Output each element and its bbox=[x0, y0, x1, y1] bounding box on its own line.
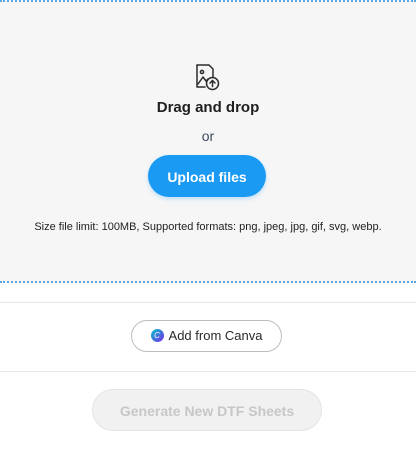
canva-logo-letter: C bbox=[154, 331, 160, 340]
file-dropzone[interactable]: Drag and drop or Upload files Size file … bbox=[0, 0, 416, 283]
image-upload-icon bbox=[191, 62, 223, 94]
upload-files-button[interactable]: Upload files bbox=[148, 155, 266, 197]
add-from-canva-button[interactable]: C Add from Canva bbox=[131, 320, 282, 352]
divider bbox=[0, 371, 416, 372]
dropzone-or-text: or bbox=[201, 128, 215, 144]
upload-panel: Drag and drop or Upload files Size file … bbox=[0, 0, 416, 472]
canva-button-label: Add from Canva bbox=[168, 328, 263, 343]
divider bbox=[0, 302, 416, 303]
generate-dtf-sheets-button[interactable]: Generate New DTF Sheets bbox=[92, 389, 322, 431]
canva-logo-icon: C bbox=[150, 329, 164, 342]
dropzone-title: Drag and drop bbox=[156, 99, 260, 116]
file-limits-text: Size file limit: 100MB, Supported format… bbox=[34, 221, 382, 233]
